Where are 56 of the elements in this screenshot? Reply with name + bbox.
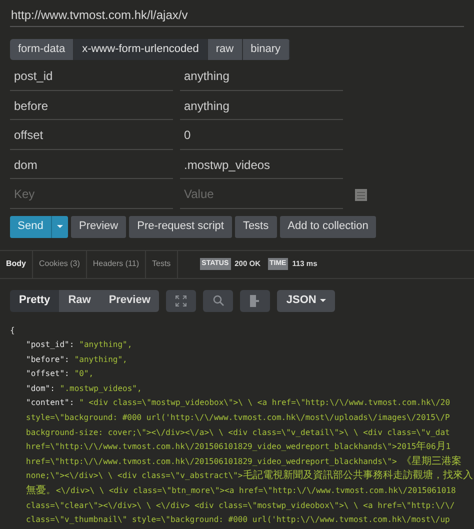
json-string: href=\"http:\/\/www.tvmost.com.hk\/201506101829_video_wedreport_blackhands\"> 《星期三港案 — [26, 456, 462, 466]
json-string: ".mostwp_videos", — [60, 382, 142, 395]
caret-icon — [57, 225, 63, 228]
expand-icon — [175, 294, 188, 306]
key-field[interactable]: dom — [10, 151, 173, 179]
json-string: "anything", — [74, 354, 128, 366]
json-key: "dom": — [26, 382, 55, 396]
body-type-tab[interactable]: x-www-form-urlencoded — [74, 39, 208, 60]
json-string: 無憂。<\/div>\ \ <div class=\"btn_more\"><a href=\"http:\/\/www.tvmost.com.hk\/2015061018 — [26, 486, 456, 496]
view-mode-tab[interactable]: Preview — [100, 290, 160, 312]
json-string: " <div class=\"mostwp_videobox\">\ \ <a href=\"http:\/\/www.tvmost.com.hk\/20 — [79, 397, 450, 410]
key-field[interactable]: Key — [10, 180, 173, 208]
url-field[interactable]: http://www.tvmost.com.hk/l/ajax/v — [10, 5, 464, 27]
wrap-lines-icon — [250, 294, 260, 306]
response-tab[interactable]: Body — [0, 250, 33, 278]
body-type-tab[interactable]: raw — [208, 39, 243, 60]
view-mode-tab[interactable]: Raw — [59, 290, 100, 312]
json-key: "content": — [26, 396, 74, 412]
view-mode-tab[interactable]: Pretty — [10, 290, 60, 312]
action-button[interactable]: Add to collection — [280, 216, 376, 238]
value-field[interactable]: Value — [180, 180, 343, 208]
json-key: "post_id": — [26, 338, 74, 353]
search-icon — [212, 295, 224, 306]
json-string: href=\"http:\/\/www.tvmost.com.hk\/201506101829_video_wedreport_blackhands\">2015年06月1 — [26, 442, 451, 452]
value-field[interactable]: anything — [180, 92, 343, 120]
json-string: none;\"><\/div>\ \ <div class=\"v_abstract\">毛記電視新聞及資訊部公共事務科走訪觀塘，找來入 — [26, 471, 473, 480]
action-button[interactable]: Preview — [71, 216, 126, 238]
response-tab[interactable]: Tests — [146, 250, 178, 278]
response-tab[interactable]: Headers (11) — [86, 250, 146, 278]
value-field[interactable]: .mostwp_videos — [180, 151, 343, 179]
fullscreen-button[interactable] — [166, 290, 196, 312]
body-type-tab[interactable]: binary — [242, 39, 290, 60]
json-string: "anything", — [79, 339, 132, 352]
action-button[interactable]: Pre-request script — [129, 216, 232, 238]
format-dropdown[interactable]: JSON — [277, 290, 336, 312]
key-field[interactable]: before — [10, 92, 173, 120]
body-type-tab[interactable]: form-data — [10, 39, 74, 60]
json-key: "before": — [26, 352, 70, 368]
json-string: class=\"clear\"><\/div>\ \ <\/div> <div class=\"mostwp_videobox\">\ \ <a href=\"http:\/\/ — [26, 500, 455, 510]
key-field[interactable]: post_id — [10, 62, 173, 90]
json-string: background-size: cover;\"><\/div><\/a>\ \ <div class=\"v_detail\">\ \ <div class=\"v_dat — [26, 428, 450, 437]
code-text: { — [10, 326, 15, 334]
search-button[interactable] — [203, 290, 234, 312]
value-field[interactable]: anything — [180, 62, 343, 90]
key-field[interactable]: offset — [10, 122, 173, 150]
response-tab[interactable]: Cookies (3) — [33, 250, 87, 278]
json-string: style=\"background: #000 url('http:\/\/www.tvmost.com.hk\/most\/uploads\/images\/2015\/P — [26, 413, 450, 422]
action-button[interactable]: Tests — [234, 216, 277, 238]
bulk-edit-icon[interactable] — [355, 188, 367, 200]
json-key: "offset": — [26, 367, 70, 382]
value-field[interactable]: 0 — [180, 122, 343, 150]
json-string: class=\"v_thumbnail\" style=\"background: #000 url('http:\/\/www.tvmost.com.hk\/most\/up — [26, 515, 450, 524]
json-string: "0", — [74, 368, 94, 380]
caret-icon — [320, 299, 326, 302]
wrap-button[interactable] — [240, 290, 270, 312]
send-dropdown-button[interactable] — [51, 216, 68, 238]
